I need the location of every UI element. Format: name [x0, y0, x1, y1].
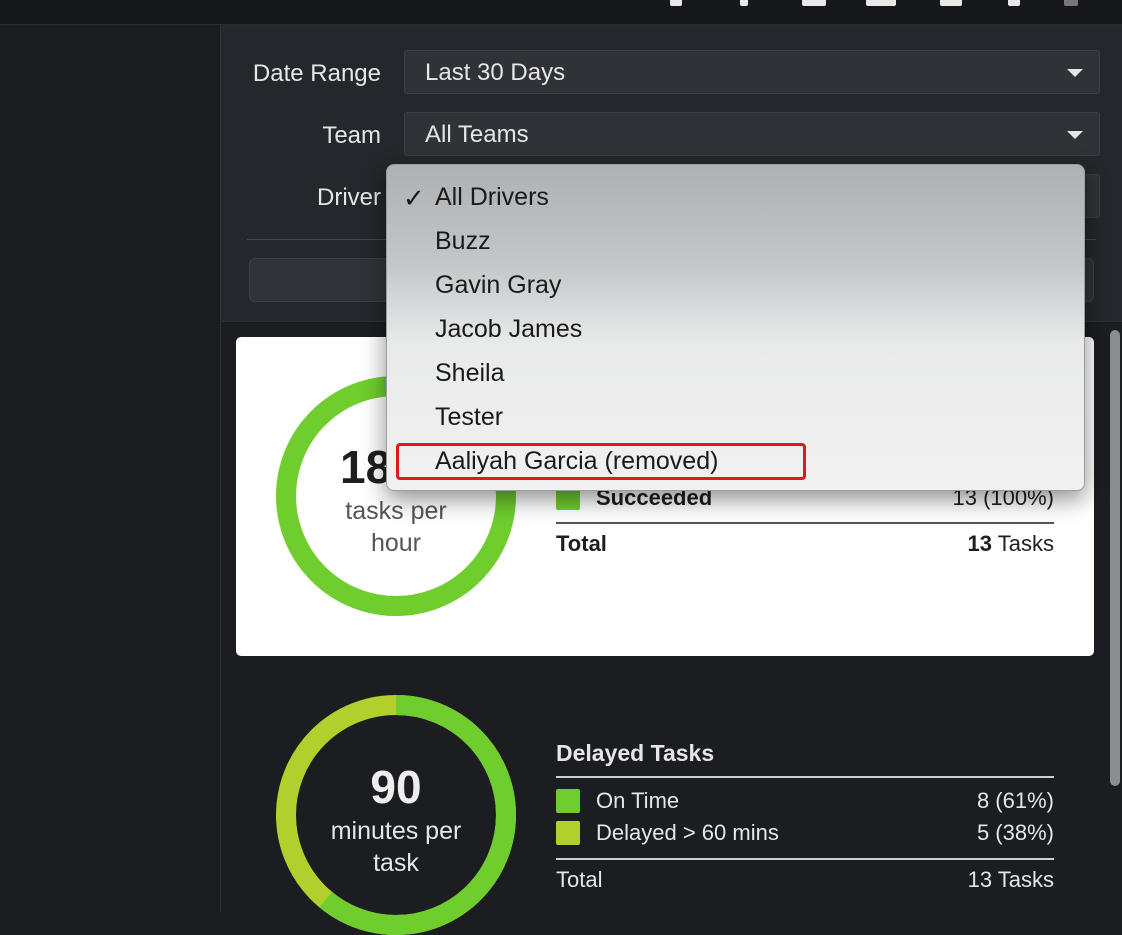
delayed-value: 5 (38%) — [976, 820, 1054, 845]
driver-dropdown-menu: ✓ All Drivers Buzz Gavin Gray Jacob Jame… — [386, 164, 1085, 491]
total-unit: Tasks — [997, 531, 1054, 556]
scrollbar[interactable] — [1110, 330, 1120, 786]
unit-line: task — [373, 849, 419, 877]
total-value: 13 Tasks — [854, 531, 1054, 557]
total-label: Total — [556, 531, 607, 556]
left-sidebar — [0, 25, 221, 912]
toolbar-icon[interactable] — [866, 0, 896, 6]
toolbar-icon[interactable] — [670, 0, 682, 6]
team-value: All Teams — [425, 121, 529, 148]
toolbar-icon[interactable] — [802, 0, 826, 6]
on-time-swatch — [556, 789, 580, 813]
date-range-value: Last 30 Days — [425, 59, 566, 86]
delayed-tasks-title: Delayed Tasks — [556, 740, 715, 766]
toolbar-icon[interactable] — [740, 0, 748, 6]
total-count: 13 — [967, 531, 993, 556]
dropdown-option[interactable]: Gavin Gray — [435, 271, 561, 300]
driver-label: Driver — [317, 184, 381, 211]
team-label: Team — [322, 122, 381, 149]
chevron-down-icon — [1067, 69, 1083, 77]
dropdown-option[interactable]: Sheila — [435, 359, 505, 388]
tasks-per-hour-value: 18 — [340, 441, 392, 493]
delayed-label: Delayed > 60 mins — [596, 820, 779, 845]
row-divider — [556, 522, 1054, 524]
delayed-swatch — [556, 821, 580, 845]
toolbar-icon[interactable] — [940, 0, 962, 6]
checkmark-icon: ✓ — [403, 183, 425, 213]
tasks-per-hour-unit: tasks per hour — [296, 495, 496, 559]
toolbar-icon[interactable] — [1064, 0, 1078, 6]
top-toolbar — [0, 0, 1122, 25]
chevron-down-icon — [1067, 131, 1083, 139]
title-divider — [556, 776, 1054, 778]
on-time-value: 8 (61%) — [976, 788, 1054, 813]
on-time-label: On Time — [596, 788, 680, 813]
date-range-select[interactable]: Last 30 Days — [404, 50, 1100, 94]
toolbar-icon[interactable] — [1008, 0, 1020, 6]
annotation-highlight-box — [396, 443, 806, 480]
dropdown-option-all-drivers[interactable]: All Drivers — [435, 183, 549, 212]
dropdown-option[interactable]: Jacob James — [435, 315, 582, 344]
dropdown-option[interactable]: Tester — [435, 403, 503, 432]
unit-line: tasks per — [345, 497, 447, 525]
delay-total-value: 13 Tasks — [967, 867, 1054, 892]
row-divider — [556, 858, 1054, 860]
unit-line: minutes per — [330, 817, 462, 845]
team-select[interactable]: All Teams — [404, 112, 1100, 156]
minutes-per-task-value: 90 — [370, 761, 422, 813]
minutes-per-task-unit: minutes per task — [296, 815, 496, 879]
date-range-label: Date Range — [252, 60, 381, 87]
dropdown-option[interactable]: Buzz — [435, 227, 491, 256]
unit-line: hour — [370, 529, 422, 557]
delay-total-label: Total — [556, 867, 603, 892]
